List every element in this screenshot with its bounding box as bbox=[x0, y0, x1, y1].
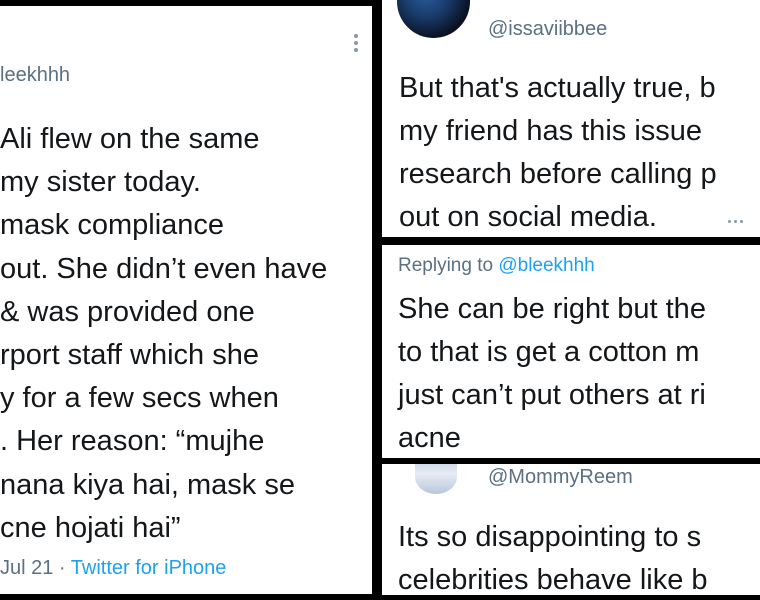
replying-to-line: Replying to @bleekhhh bbox=[398, 255, 595, 277]
reply-line: to that is get a cotton m bbox=[398, 336, 700, 368]
tweet-body: Ali flew on the same my sister today. ma… bbox=[0, 118, 327, 550]
replying-to-label: Replying to bbox=[398, 255, 499, 276]
reply-line: just can’t put others at ri bbox=[398, 379, 706, 411]
reply-line: acne bbox=[398, 422, 461, 454]
reply-card-middle: Replying to @bleekhhh She can be right b… bbox=[382, 245, 760, 458]
reply-line: out on social media. bbox=[399, 201, 657, 233]
tweet-line: cne hojati hai” bbox=[0, 511, 181, 544]
reply-line: my friend has this issue bbox=[399, 115, 703, 147]
reply-author-handle[interactable]: @MommyReem bbox=[488, 466, 633, 489]
reply-card-issaviibbee: @issaviibbee But that's actually true, b… bbox=[382, 0, 760, 237]
tweet-source-link[interactable]: Twitter for iPhone bbox=[71, 557, 227, 579]
tweet-line: Ali flew on the same bbox=[0, 123, 260, 155]
tweet-line: y for a few secs when bbox=[0, 382, 279, 415]
reply-body: Its so disappointing to s celebrities be… bbox=[398, 516, 708, 595]
reply-line: But that's actually true, b bbox=[399, 72, 716, 104]
meta-separator: · bbox=[53, 557, 71, 579]
avatar[interactable] bbox=[397, 0, 470, 38]
reply-line: She can be right but the bbox=[398, 293, 706, 325]
tweet-line: mask compliance bbox=[0, 209, 225, 242]
tweet-date[interactable]: Jul 21 bbox=[0, 557, 53, 579]
tweet-line: out. She didn’t even have bbox=[0, 252, 328, 285]
replying-to-handle[interactable]: @bleekhhh bbox=[498, 255, 594, 276]
more-options-icon[interactable] bbox=[728, 210, 746, 228]
tweet-card-main: leekhhh Ali flew on the same my sister t… bbox=[0, 6, 372, 594]
tweet-line: nana kiya hai, mask se bbox=[0, 468, 295, 501]
reply-card-mommyreem: @MommyReem Its so disappointing to s cel… bbox=[382, 464, 760, 595]
tweet-line: rport staff which she bbox=[0, 339, 259, 372]
reply-author-handle[interactable]: @issaviibbee bbox=[488, 18, 607, 41]
tweet-line: & was provided one bbox=[0, 295, 255, 328]
tweet-line: . Her reason: “mujhe bbox=[0, 425, 265, 458]
reply-line: Its so disappointing to s bbox=[398, 521, 702, 553]
more-options-icon[interactable] bbox=[354, 34, 358, 55]
reply-body: She can be right but the to that is get … bbox=[398, 288, 706, 458]
tweet-meta: Jul 21 · Twitter for iPhone bbox=[0, 557, 226, 580]
tweet-line: my sister today. bbox=[0, 166, 201, 199]
tweet-author-handle[interactable]: leekhhh bbox=[0, 64, 70, 87]
reply-line: research before calling p bbox=[399, 158, 717, 190]
reply-body: But that's actually true, b my friend ha… bbox=[399, 67, 717, 237]
avatar[interactable] bbox=[415, 464, 457, 494]
reply-line: celebrities behave like b bbox=[398, 564, 708, 595]
